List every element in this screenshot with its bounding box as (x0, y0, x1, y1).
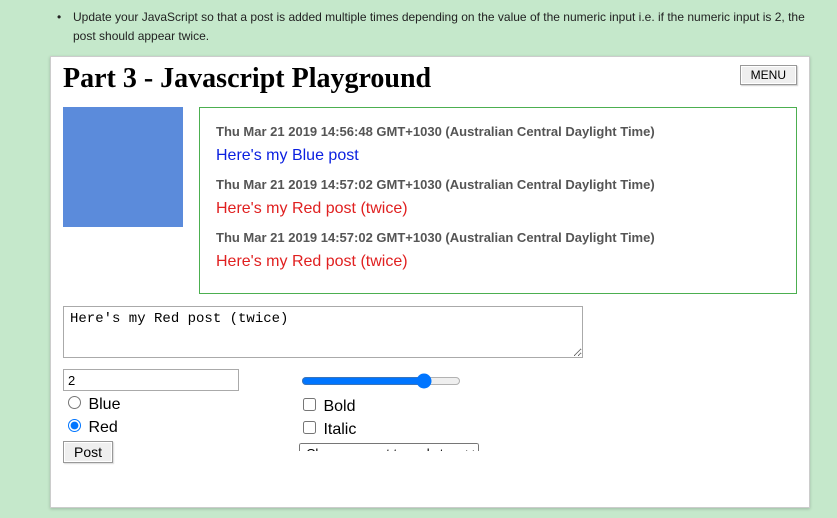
style-option-bold[interactable]: Bold (299, 395, 479, 418)
color-swatch (63, 107, 183, 227)
instruction-note: Update your JavaScript so that a post is… (65, 8, 827, 46)
post-body: Here's my Blue post (216, 147, 780, 165)
posts-container: Thu Mar 21 2019 14:56:48 GMT+1030 (Austr… (199, 107, 797, 294)
reply-select[interactable]: Choose a post to reply to (299, 443, 479, 451)
page-title: Part 3 - Javascript Playground (63, 63, 431, 95)
checkbox-italic[interactable] (303, 421, 316, 434)
post-item: Thu Mar 21 2019 14:57:02 GMT+1030 (Austr… (216, 230, 780, 271)
color-option-red[interactable]: Red (63, 416, 239, 439)
repeat-count-input[interactable] (63, 369, 239, 391)
post-item: Thu Mar 21 2019 14:56:48 GMT+1030 (Austr… (216, 124, 780, 165)
radio-red-label: Red (88, 419, 117, 436)
post-timestamp: Thu Mar 21 2019 14:57:02 GMT+1030 (Austr… (216, 177, 780, 192)
color-option-blue[interactable]: Blue (63, 393, 239, 416)
size-slider[interactable] (301, 373, 461, 389)
radio-blue-label: Blue (88, 396, 120, 413)
post-item: Thu Mar 21 2019 14:57:02 GMT+1030 (Austr… (216, 177, 780, 218)
radio-red[interactable] (68, 419, 81, 432)
menu-button[interactable]: MENU (740, 65, 797, 85)
app-panel: Part 3 - Javascript Playground MENU Thu … (50, 56, 810, 508)
post-button[interactable]: Post (63, 441, 113, 463)
style-option-italic[interactable]: Italic (299, 418, 479, 441)
style-options: Bold Italic (299, 395, 479, 441)
post-body: Here's my Red post (twice) (216, 200, 780, 218)
post-timestamp: Thu Mar 21 2019 14:57:02 GMT+1030 (Austr… (216, 230, 780, 245)
checkbox-bold-label: Bold (323, 398, 355, 415)
post-body: Here's my Red post (twice) (216, 253, 780, 271)
checkbox-italic-label: Italic (323, 421, 356, 438)
color-options: Blue Red (63, 393, 239, 439)
post-timestamp: Thu Mar 21 2019 14:56:48 GMT+1030 (Austr… (216, 124, 780, 139)
radio-blue[interactable] (68, 396, 81, 409)
compose-textarea[interactable] (63, 306, 583, 358)
checkbox-bold[interactable] (303, 398, 316, 411)
